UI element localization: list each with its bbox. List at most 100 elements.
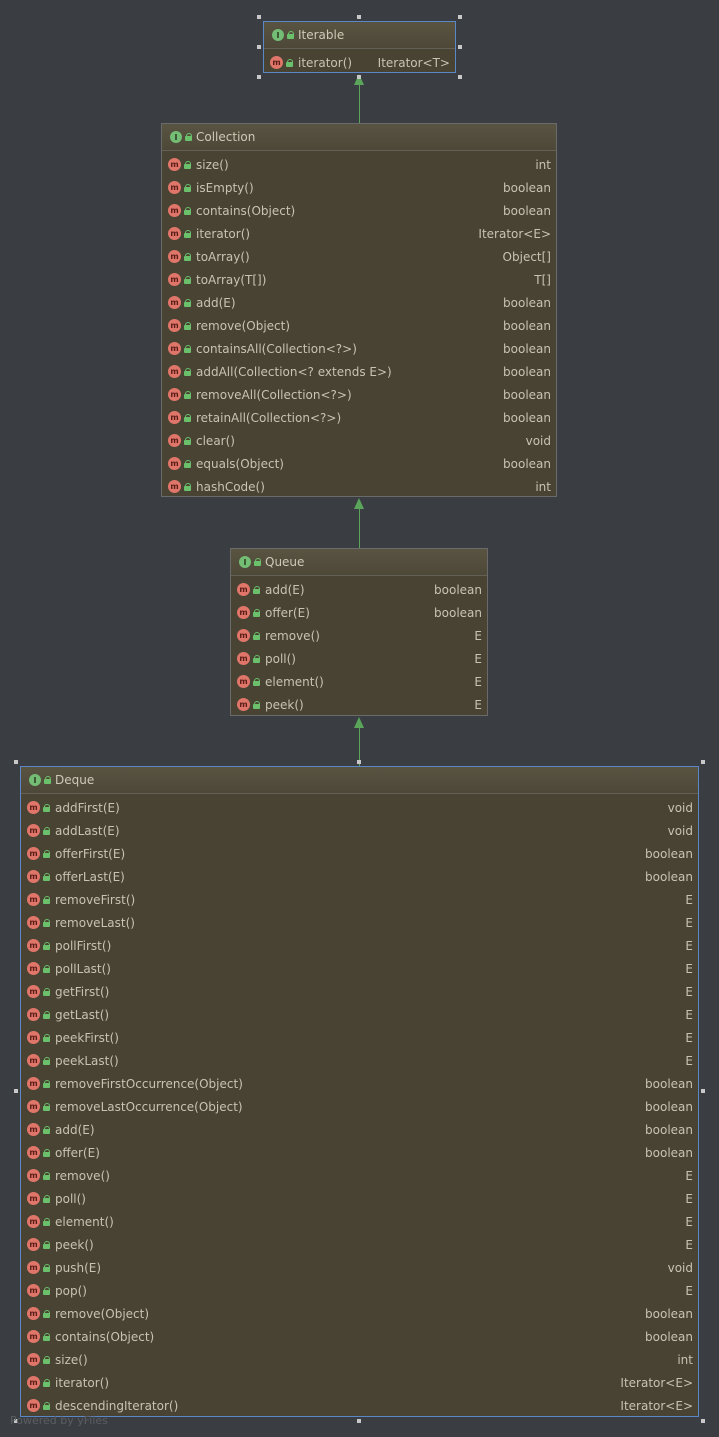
method-icon: m <box>27 1031 40 1044</box>
method-icon: m <box>27 801 40 814</box>
node-queue[interactable]: I Queue m add(E) boolean m offer(E) boolean m rem… <box>230 548 488 716</box>
method-row[interactable]: m addFirst(E) void <box>21 796 698 819</box>
selection-handle[interactable] <box>458 45 462 49</box>
selection-handle[interactable] <box>257 15 261 19</box>
method-row[interactable]: m pollLast() E <box>21 957 698 980</box>
method-row[interactable]: m iterator() Iterator<T> <box>264 51 455 74</box>
selection-handle[interactable] <box>257 75 261 79</box>
method-row[interactable]: m offerFirst(E) boolean <box>21 842 698 865</box>
node-header[interactable]: I Collection <box>162 124 556 151</box>
method-name: descendingIterator() <box>55 1398 179 1413</box>
node-header[interactable]: I Queue <box>231 549 487 576</box>
method-row[interactable]: m pop() E <box>21 1279 698 1302</box>
node-iterable[interactable]: I Iterable m iterator() Iterator<T> <box>263 21 456 73</box>
selection-handle[interactable] <box>257 45 261 49</box>
selection-handle[interactable] <box>701 760 705 764</box>
selection-handle[interactable] <box>458 15 462 19</box>
method-row[interactable]: m addLast(E) void <box>21 819 698 842</box>
method-row[interactable]: m removeFirst() E <box>21 888 698 911</box>
method-row[interactable]: m remove() E <box>231 624 487 647</box>
method-row[interactable]: m remove(Object) boolean <box>162 314 556 337</box>
interface-name: Deque <box>55 773 95 787</box>
public-lock-icon <box>184 482 191 491</box>
method-name: pollFirst() <box>55 938 112 953</box>
method-row[interactable]: m poll() E <box>231 647 487 670</box>
method-return-type: boolean <box>503 318 551 333</box>
selection-handle[interactable] <box>458 75 462 79</box>
method-name: getLast() <box>55 1007 110 1022</box>
method-row[interactable]: m clear() void <box>162 429 556 452</box>
method-row[interactable]: m remove() E <box>21 1164 698 1187</box>
method-name: retainAll(Collection<?>) <box>196 410 342 425</box>
selection-handle[interactable] <box>14 760 18 764</box>
inheritance-edge-collection-iterable[interactable] <box>359 84 360 123</box>
method-row[interactable]: m descendingIterator() Iterator<E> <box>21 1394 698 1417</box>
node-collection[interactable]: I Collection m size() int m isEmpty() boolean m c… <box>161 123 557 497</box>
public-lock-icon <box>254 558 261 566</box>
method-row[interactable]: m peekLast() E <box>21 1049 698 1072</box>
public-lock-icon <box>43 987 50 996</box>
method-row[interactable]: m peek() E <box>231 693 487 716</box>
method-row[interactable]: m addAll(Collection<? extends E>) boolean <box>162 360 556 383</box>
selection-handle[interactable] <box>357 75 361 79</box>
method-row[interactable]: m offer(E) boolean <box>231 601 487 624</box>
method-row[interactable]: m hashCode() int <box>162 475 556 498</box>
method-row[interactable]: m peekFirst() E <box>21 1026 698 1049</box>
method-row[interactable]: m add(E) boolean <box>21 1118 698 1141</box>
method-name: toArray() <box>196 249 250 264</box>
method-row[interactable]: m peek() E <box>21 1233 698 1256</box>
selection-handle[interactable] <box>357 15 361 19</box>
method-name: equals(Object) <box>196 456 284 471</box>
method-return-type: void <box>667 823 693 838</box>
method-name: containsAll(Collection<?>) <box>196 341 357 356</box>
method-row[interactable]: m removeAll(Collection<?>) boolean <box>162 383 556 406</box>
method-row[interactable]: m removeFirstOccurrence(Object) boolean <box>21 1072 698 1095</box>
method-return-type: boolean <box>645 1099 693 1114</box>
node-header[interactable]: I Deque <box>21 767 698 794</box>
method-name: element() <box>265 674 324 689</box>
method-row[interactable]: m element() E <box>231 670 487 693</box>
node-deque[interactable]: I Deque m addFirst(E) void m addLast(E) void m of… <box>20 766 699 1417</box>
method-row[interactable]: m poll() E <box>21 1187 698 1210</box>
method-row[interactable]: m removeLast() E <box>21 911 698 934</box>
inheritance-arrow-queue <box>354 717 364 728</box>
method-row[interactable]: m containsAll(Collection<?>) boolean <box>162 337 556 360</box>
method-row[interactable]: m getFirst() E <box>21 980 698 1003</box>
method-return-type: E <box>685 1168 693 1183</box>
method-row[interactable]: m size() int <box>162 153 556 176</box>
method-row[interactable]: m pollFirst() E <box>21 934 698 957</box>
selection-handle[interactable] <box>357 1419 361 1423</box>
method-row[interactable]: m toArray() Object[] <box>162 245 556 268</box>
inheritance-edge-queue-collection[interactable] <box>359 508 360 548</box>
method-row[interactable]: m getLast() E <box>21 1003 698 1026</box>
method-row[interactable]: m add(E) boolean <box>231 578 487 601</box>
method-row[interactable]: m add(E) boolean <box>162 291 556 314</box>
node-header[interactable]: I Iterable <box>264 22 455 49</box>
method-row[interactable]: m iterator() Iterator<E> <box>21 1371 698 1394</box>
selection-handle[interactable] <box>701 1089 705 1093</box>
method-row[interactable]: m retainAll(Collection<?>) boolean <box>162 406 556 429</box>
method-row[interactable]: m contains(Object) boolean <box>162 199 556 222</box>
method-row[interactable]: m toArray(T[]) T[] <box>162 268 556 291</box>
method-return-type: E <box>685 1237 693 1252</box>
method-row[interactable]: m contains(Object) boolean <box>21 1325 698 1348</box>
method-row[interactable]: m iterator() Iterator<E> <box>162 222 556 245</box>
method-row[interactable]: m element() E <box>21 1210 698 1233</box>
method-row[interactable]: m equals(Object) boolean <box>162 452 556 475</box>
method-row[interactable]: m offer(E) boolean <box>21 1141 698 1164</box>
method-row[interactable]: m isEmpty() boolean <box>162 176 556 199</box>
method-return-type: int <box>535 479 551 494</box>
method-name: size() <box>196 157 229 172</box>
method-row[interactable]: m size() int <box>21 1348 698 1371</box>
method-row[interactable]: m push(E) void <box>21 1256 698 1279</box>
selection-handle[interactable] <box>701 1419 705 1423</box>
method-row[interactable]: m offerLast(E) boolean <box>21 865 698 888</box>
method-row[interactable]: m removeLastOccurrence(Object) boolean <box>21 1095 698 1118</box>
public-lock-icon <box>44 776 51 784</box>
selection-handle[interactable] <box>357 760 361 764</box>
method-name: removeLast() <box>55 915 135 930</box>
method-row[interactable]: m remove(Object) boolean <box>21 1302 698 1325</box>
method-icon: m <box>27 824 40 837</box>
method-name: pop() <box>55 1283 87 1298</box>
selection-handle[interactable] <box>14 1089 18 1093</box>
